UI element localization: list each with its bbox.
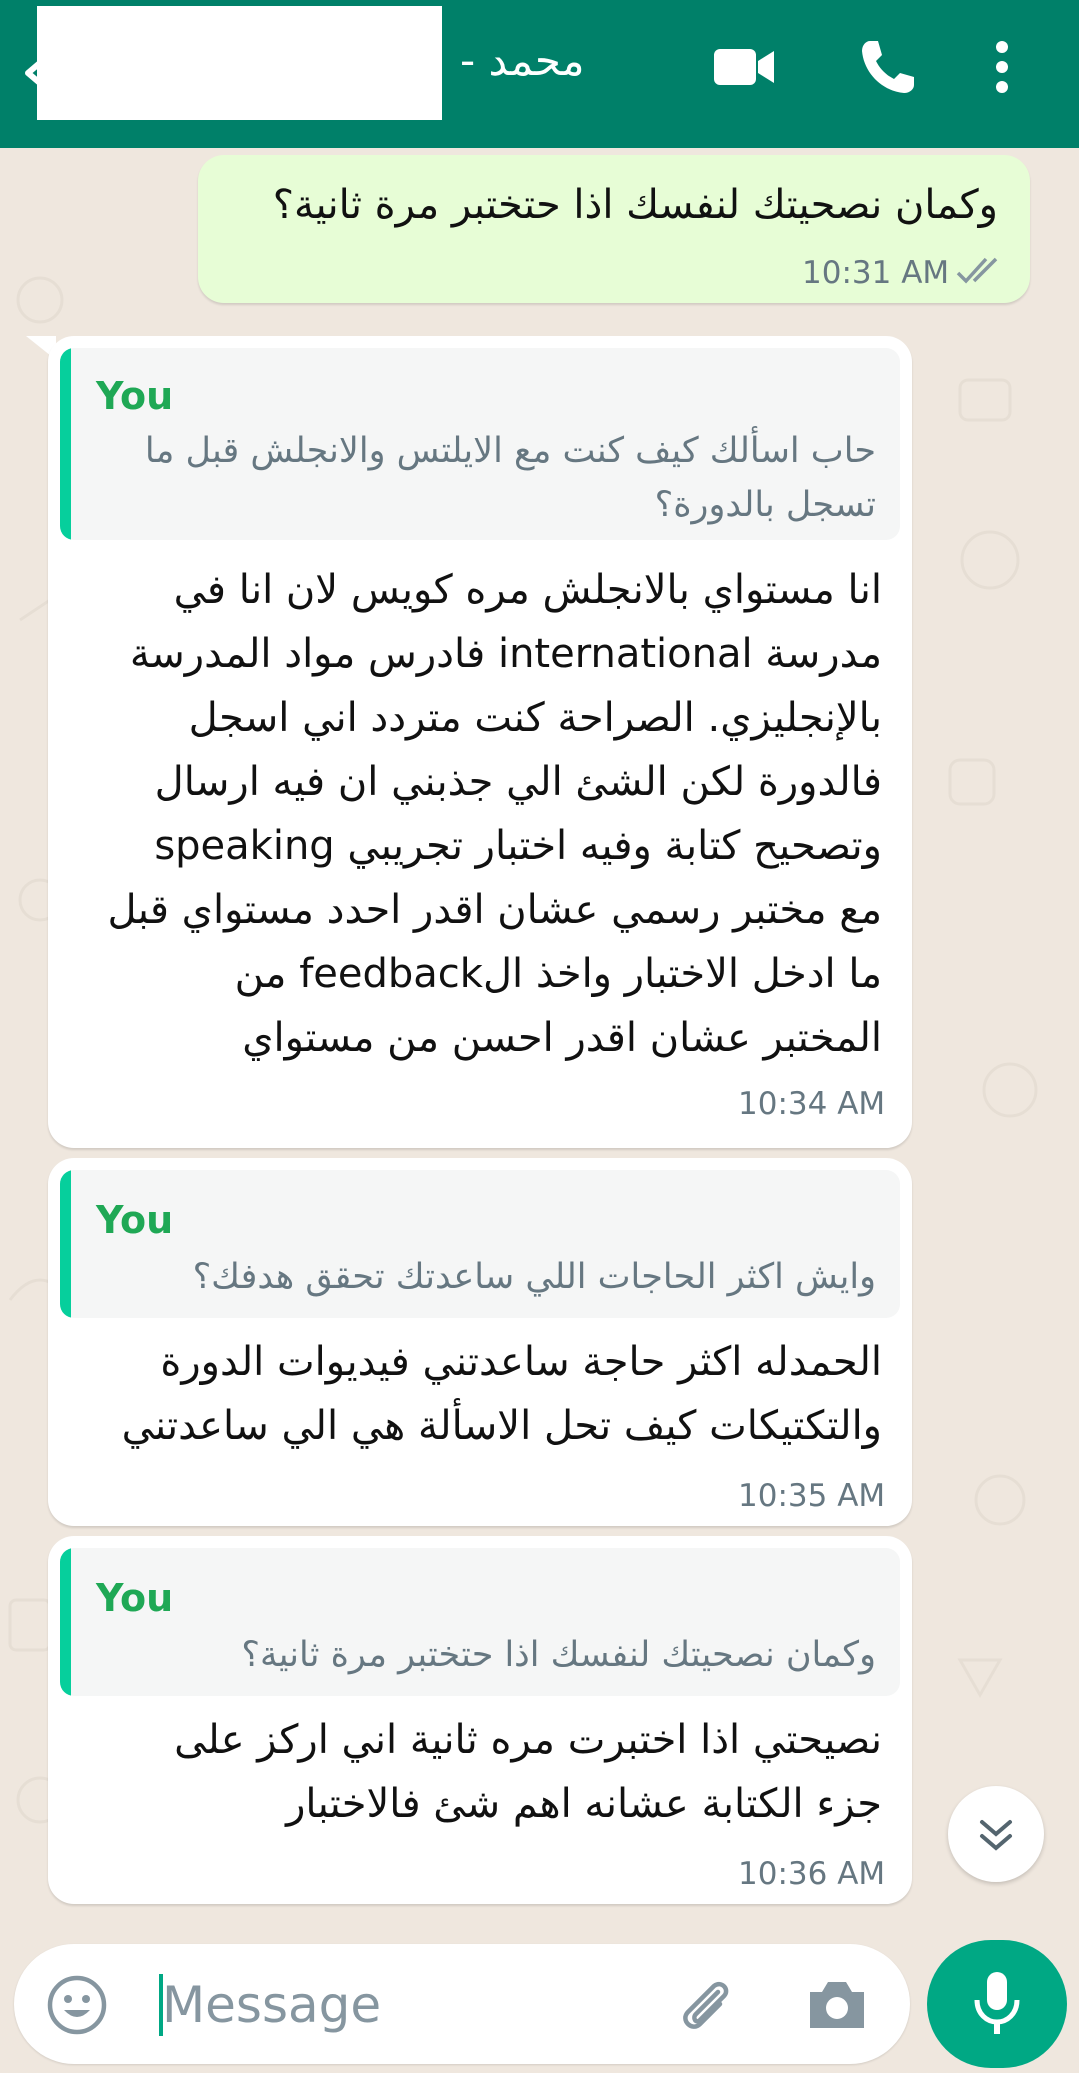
- incoming-message[interactable]: You حاب اسألك كيف كنت مع الايلتس والانجل…: [48, 336, 912, 1148]
- quoted-message[interactable]: You حاب اسألك كيف كنت مع الايلتس والانجل…: [60, 348, 900, 540]
- message-input[interactable]: Message: [162, 1976, 381, 2034]
- message-time: 10:31 AM: [802, 255, 950, 291]
- quote-author: You: [96, 1576, 174, 1620]
- quote-text: وايش اكثر الحاجات اللي ساعدتك تحقق هدفك؟: [192, 1257, 876, 1297]
- quote-bar: [60, 1170, 71, 1318]
- message-time: 10:36 AM: [738, 1856, 886, 1892]
- outgoing-message[interactable]: وكمان نصحيتك لنفسك اذا حتختبر مرة ثانية؟…: [198, 155, 1030, 303]
- contact-name[interactable]: محمد -: [460, 36, 584, 85]
- quote-author: You: [96, 1198, 174, 1242]
- quote-bar: [60, 348, 71, 540]
- quote-author: You: [96, 374, 174, 418]
- quote-text: حاب اسألك كيف كنت مع الايلتس والانجلش قب…: [144, 431, 876, 525]
- chat-header: محمد -: [0, 0, 1079, 148]
- redacted-area: [37, 6, 442, 120]
- microphone-icon: [974, 1972, 1020, 2034]
- more-options-icon[interactable]: [982, 35, 1022, 99]
- scroll-down-icon: [980, 1820, 1012, 1851]
- incoming-message[interactable]: You وايش اكثر الحاجات اللي ساعدتك تحقق ه…: [48, 1158, 912, 1526]
- quoted-message[interactable]: You وكمان نصحيتك لنفسك اذا حتختبر مرة ثا…: [60, 1548, 900, 1696]
- quote-bar: [60, 1548, 71, 1696]
- incoming-message[interactable]: You وكمان نصحيتك لنفسك اذا حتختبر مرة ثا…: [48, 1536, 912, 1904]
- camera-icon[interactable]: [804, 1974, 870, 2036]
- message-text: نصيحتي اذا اختبرت مره ثانية اني اركز على…: [174, 1717, 882, 1827]
- scroll-down-button[interactable]: [948, 1786, 1044, 1882]
- message-time: 10:34 AM: [738, 1086, 886, 1122]
- message-text: انا مستواي بالانجلش مره كويس لان انا في …: [107, 567, 882, 1061]
- message-text: الحمدله اكثر حاجة ساعدتني فيديوات الدورة…: [121, 1339, 882, 1449]
- voice-call-icon[interactable]: [856, 35, 920, 99]
- message-text: وكمان نصحيتك لنفسك اذا حتختبر مرة ثانية؟: [272, 182, 998, 228]
- paperclip-icon[interactable]: [674, 1974, 738, 2038]
- video-call-icon[interactable]: [712, 35, 776, 99]
- message-time: 10:35 AM: [738, 1478, 886, 1514]
- quote-text: وكمان نصحيتك لنفسك اذا حتختبر مرة ثانية؟: [241, 1635, 876, 1675]
- quoted-message[interactable]: You وايش اكثر الحاجات اللي ساعدتك تحقق ه…: [60, 1170, 900, 1318]
- read-ticks-icon: [956, 257, 998, 284]
- emoji-icon[interactable]: [46, 1974, 108, 2036]
- message-composer: Message: [14, 1944, 910, 2064]
- voice-message-button[interactable]: [927, 1940, 1067, 2068]
